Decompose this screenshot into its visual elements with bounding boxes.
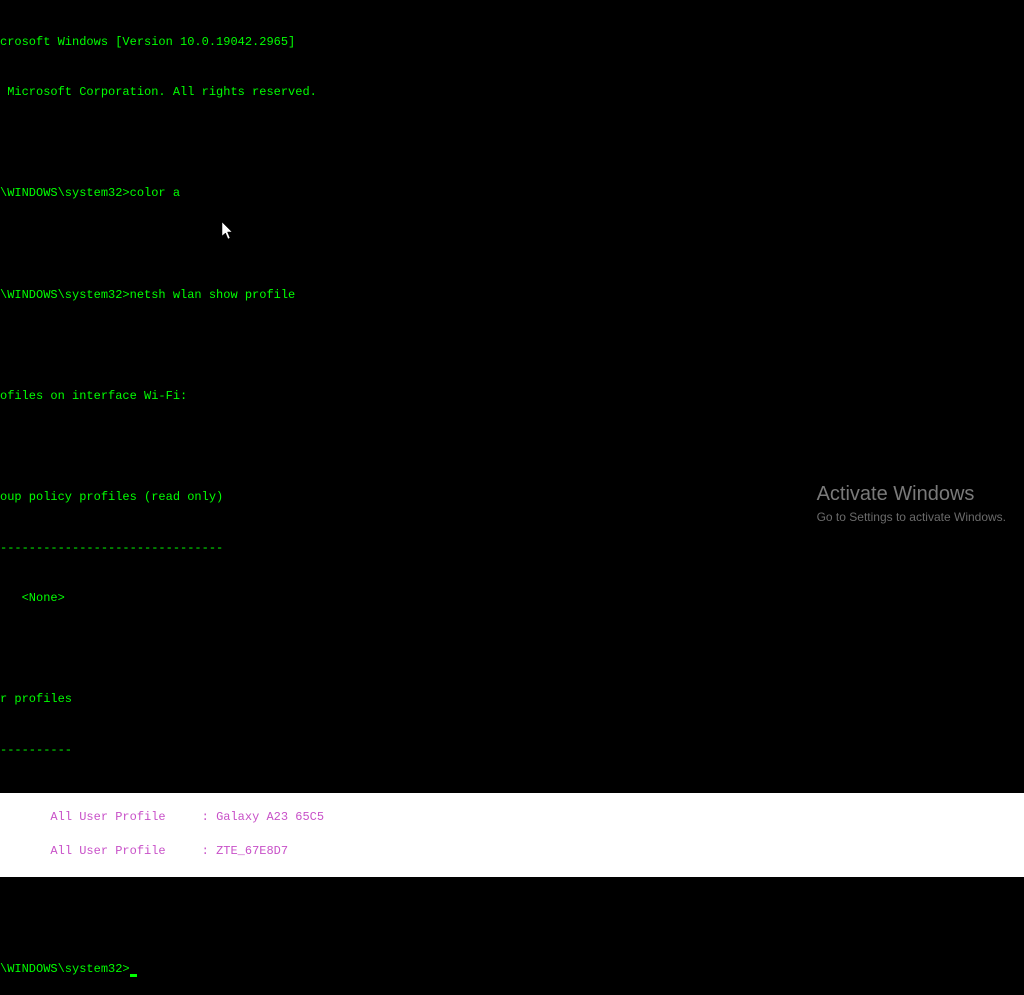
command-line-1: \WINDOWS\system32>color a bbox=[0, 185, 1024, 202]
selected-text-block[interactable]: All User Profile : Galaxy A23 65C5 All U… bbox=[0, 793, 1024, 877]
text-cursor bbox=[130, 974, 137, 977]
profile-label: All User Profile bbox=[29, 810, 166, 824]
command-text: color a bbox=[130, 186, 180, 200]
profile-row: All User Profile : ZTE_67E8D7 bbox=[29, 843, 288, 860]
profile-label: All User Profile bbox=[29, 844, 166, 858]
prompt-path: \WINDOWS\system32> bbox=[0, 962, 130, 976]
blank-line bbox=[0, 236, 1024, 253]
section-heading: ofiles on interface Wi-Fi: bbox=[0, 388, 1024, 405]
separator-dashes: ---------- bbox=[0, 742, 1024, 759]
blank-line bbox=[0, 135, 1024, 152]
os-version-line: crosoft Windows [Version 10.0.19042.2965… bbox=[0, 34, 1024, 51]
watermark-subtitle: Go to Settings to activate Windows. bbox=[817, 509, 1006, 526]
copyright-line: Microsoft Corporation. All rights reserv… bbox=[0, 84, 1024, 101]
blank-line bbox=[0, 641, 1024, 658]
current-prompt-line[interactable]: \WINDOWS\system32> bbox=[0, 961, 1024, 978]
command-text: netsh wlan show profile bbox=[130, 288, 296, 302]
prompt-path: \WINDOWS\system32> bbox=[0, 288, 130, 302]
blank-line bbox=[0, 337, 1024, 354]
profile-separator: : bbox=[166, 844, 216, 858]
profile-row: All User Profile : Galaxy A23 65C5 bbox=[29, 809, 324, 826]
blank-line bbox=[0, 910, 1024, 927]
profile-name: Galaxy A23 65C5 bbox=[216, 810, 324, 824]
separator-dashes: ------------------------------- bbox=[0, 540, 1024, 557]
none-entry: <None> bbox=[0, 590, 1024, 607]
activation-watermark: Activate Windows Go to Settings to activ… bbox=[817, 480, 1006, 526]
watermark-title: Activate Windows bbox=[817, 480, 1006, 508]
user-profiles-heading: r profiles bbox=[0, 691, 1024, 708]
blank-line bbox=[0, 438, 1024, 455]
command-line-2: \WINDOWS\system32>netsh wlan show profil… bbox=[0, 287, 1024, 304]
profile-name: ZTE_67E8D7 bbox=[216, 844, 288, 858]
prompt-path: \WINDOWS\system32> bbox=[0, 186, 130, 200]
profile-separator: : bbox=[166, 810, 216, 824]
